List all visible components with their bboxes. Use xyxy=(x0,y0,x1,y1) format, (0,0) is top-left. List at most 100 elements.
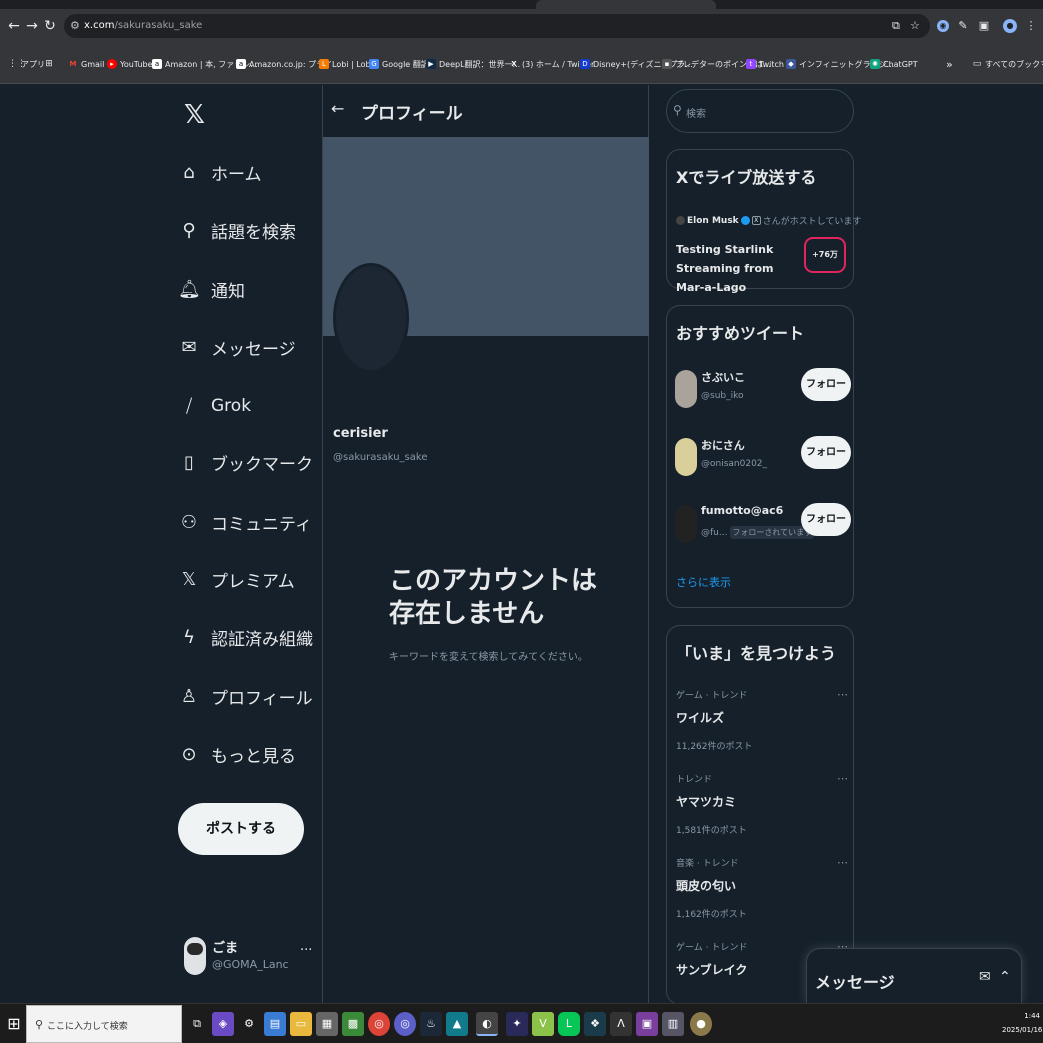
bookmark-star-icon[interactable]: ☆ xyxy=(910,14,920,38)
app-icon[interactable]: ▦ xyxy=(316,1012,338,1036)
user-suggestion[interactable]: fumotto@ac6 @fu... フォローされています フォロー xyxy=(675,501,851,545)
app-icon[interactable]: ▥ xyxy=(662,1012,684,1036)
chrome-menu-icon[interactable]: ⋮ xyxy=(1022,17,1040,35)
bookmark-twitch[interactable]: t Twitch xyxy=(746,55,784,73)
line-icon[interactable]: L xyxy=(558,1012,580,1036)
envelope-icon: ✉ xyxy=(181,336,197,358)
trend-item[interactable]: 音楽 · トレンド 頭皮の匂い 1,162件のポスト ⋯ xyxy=(676,856,848,920)
file-explorer-icon[interactable]: ▭ xyxy=(290,1012,312,1036)
all-bookmarks-button[interactable]: ▭すべてのブックマーク xyxy=(972,55,1043,73)
nav-notifications[interactable]: 🔔︎ 通知 xyxy=(178,274,245,304)
follow-button[interactable]: フォロー xyxy=(801,503,851,536)
chrome-icon[interactable]: ◎ xyxy=(368,1012,390,1036)
x-premium-icon: 𝕏 xyxy=(181,568,197,590)
trend-context: トレンド xyxy=(676,775,713,785)
verified-badge-icon xyxy=(740,216,750,225)
extensions-puzzle-icon[interactable]: ▣ xyxy=(975,17,993,35)
show-more-link[interactable]: さらに表示 xyxy=(676,574,731,590)
install-icon[interactable]: ⧉ xyxy=(892,14,900,38)
trend-item[interactable]: ゲーム · トレンド ワイルズ 11,262件のポスト ⋯ xyxy=(676,688,848,752)
suggestion-name: おにさん xyxy=(701,439,745,452)
expand-up-icon[interactable]: ⌃ xyxy=(999,969,1011,985)
more-circle-icon: ⊙ xyxy=(181,743,197,765)
bookmark-gmail[interactable]: M Gmail xyxy=(68,55,105,73)
follow-button[interactable]: フォロー xyxy=(801,436,851,469)
nav-more[interactable]: ⊙ もっと見る xyxy=(178,739,296,769)
chrome-profile-icon[interactable]: ◎ xyxy=(394,1012,416,1036)
app-icon[interactable]: V xyxy=(532,1012,554,1036)
app-icon[interactable]: ▲ xyxy=(446,1012,468,1036)
more-options-icon[interactable]: ⋯ xyxy=(837,688,848,701)
nav-home[interactable]: ⌂ ホーム xyxy=(178,157,261,187)
minecraft-icon[interactable]: ▩ xyxy=(342,1012,364,1036)
address-bar[interactable]: ⚙ x.com/sakurasaku_sake ⧉ ☆ xyxy=(64,14,930,38)
nav-grok[interactable]: ⧸ Grok xyxy=(178,391,251,421)
nav-communities[interactable]: ⚇ コミュニティ xyxy=(178,507,312,537)
site-info-icon[interactable]: ⚙ xyxy=(70,14,80,38)
nav-messages[interactable]: ✉ メッセージ xyxy=(178,332,295,362)
nav-profile[interactable]: ♙ プロフィール xyxy=(178,681,313,711)
pen-extension-icon[interactable]: ✎ xyxy=(954,17,972,35)
trends-title: 「いま」を見つけよう xyxy=(676,644,837,663)
post-button[interactable]: ポストする xyxy=(178,803,304,855)
nav-bookmarks[interactable]: ▯ ブックマーク xyxy=(178,447,313,477)
extension-icon[interactable]: ◉ xyxy=(937,20,949,32)
suggestion-handle: @fu... xyxy=(701,528,728,538)
bookmark-chatgpt[interactable]: ✺ ChatGPT xyxy=(870,55,918,73)
messages-drawer[interactable]: メッセージ ✉ ⌃ xyxy=(806,948,1022,1003)
app-icon[interactable]: ● xyxy=(690,1012,712,1036)
steam-icon[interactable]: ♨ xyxy=(420,1012,442,1036)
follow-button[interactable]: フォロー xyxy=(801,368,851,401)
trend-context: ゲーム · トレンド xyxy=(676,691,748,701)
forward-icon[interactable]: → xyxy=(22,9,42,44)
app-icon[interactable]: ❖ xyxy=(584,1012,606,1036)
live-stream-title[interactable]: Testing Starlink Streaming from Mar-a-La… xyxy=(676,240,791,297)
bookmark-google-translate[interactable]: G Google 翻訳 xyxy=(369,55,429,73)
account-switcher[interactable]: ごま @GOMA_Lanc ... xyxy=(178,933,322,979)
live-host[interactable]: Elon Musk X さんがホストしています xyxy=(676,214,861,227)
copilot-icon[interactable]: ◈ xyxy=(212,1012,234,1036)
app-icon[interactable]: ✦ xyxy=(506,1012,528,1036)
live-listener-count[interactable]: +76万 xyxy=(804,237,846,273)
bookmark-apps[interactable]: ⋮⋮ アプリ xyxy=(8,55,45,73)
nav-explore[interactable]: ⚲ 話題を検索 xyxy=(178,215,296,245)
user-suggestion[interactable]: おにさん @onisan0202_ フォロー xyxy=(675,434,851,478)
user-suggestion[interactable]: さぶいこ @sub_iko フォロー xyxy=(675,366,851,410)
windows-start-icon[interactable]: ⊞ xyxy=(4,1014,24,1034)
trend-item[interactable]: トレンド ヤマツカミ 1,581件のポスト ⋯ xyxy=(676,772,848,836)
account-more-icon[interactable]: ... xyxy=(300,939,312,954)
nav-premium[interactable]: 𝕏 プレミアム xyxy=(178,564,295,594)
grid-icon: ⊞ xyxy=(45,59,53,69)
taskbar-search-input[interactable]: ⚲ ここに入力して検索 xyxy=(26,1005,182,1043)
bookmark-grid[interactable]: ⊞ xyxy=(44,55,54,73)
reload-icon[interactable]: ↻ xyxy=(40,9,60,44)
system-clock[interactable]: 1:44 2025/01/16 xyxy=(1002,1009,1042,1037)
more-options-icon[interactable]: ⋯ xyxy=(837,772,848,785)
recommend-title: おすすめツイート xyxy=(676,324,805,343)
task-view-icon[interactable]: ⧉ xyxy=(186,1012,208,1036)
folder-icon: ▭ xyxy=(972,59,982,69)
back-arrow-icon[interactable]: ← xyxy=(331,99,344,118)
back-icon[interactable]: ← xyxy=(4,9,24,44)
new-message-icon[interactable]: ✉ xyxy=(979,969,991,985)
search-input[interactable]: ⚲ 検索 xyxy=(666,89,854,133)
disney-icon: D xyxy=(580,59,590,69)
bookmark-deepl[interactable]: ▶ DeepL翻訳：世界一... xyxy=(426,55,520,73)
page-icon: ▪ xyxy=(662,59,672,69)
x-badge-icon: X xyxy=(751,216,761,225)
bookmark-youtube[interactable]: ▸ YouTube xyxy=(107,55,153,73)
bell-icon: 🔔︎ xyxy=(178,278,201,300)
active-app-icon[interactable]: ◐ xyxy=(476,1012,498,1036)
bookmark-lobi[interactable]: L Lobi | Lobi xyxy=(319,55,373,73)
x-logo-icon[interactable]: 𝕏 xyxy=(184,100,205,130)
store-icon[interactable]: ▤ xyxy=(264,1012,286,1036)
bookmarks-overflow-button[interactable]: » xyxy=(946,55,953,73)
active-tab[interactable] xyxy=(536,0,716,9)
more-options-icon[interactable]: ⋯ xyxy=(837,856,848,869)
app-icon[interactable]: Λ xyxy=(610,1012,632,1036)
settings-gear-icon[interactable]: ⚙ xyxy=(238,1012,260,1036)
windows-taskbar: ⊞ ⚲ ここに入力して検索 ⧉ ◈ ⚙ ▤ ▭ ▦ ▩ ◎ ◎ ♨ ▲ ◐ ✦ … xyxy=(0,1003,1043,1043)
profile-avatar-icon[interactable]: ● xyxy=(1003,19,1017,33)
app-icon[interactable]: ▣ xyxy=(636,1012,658,1036)
nav-verified-orgs[interactable]: ϟ 認証済み組織 xyxy=(178,622,313,652)
